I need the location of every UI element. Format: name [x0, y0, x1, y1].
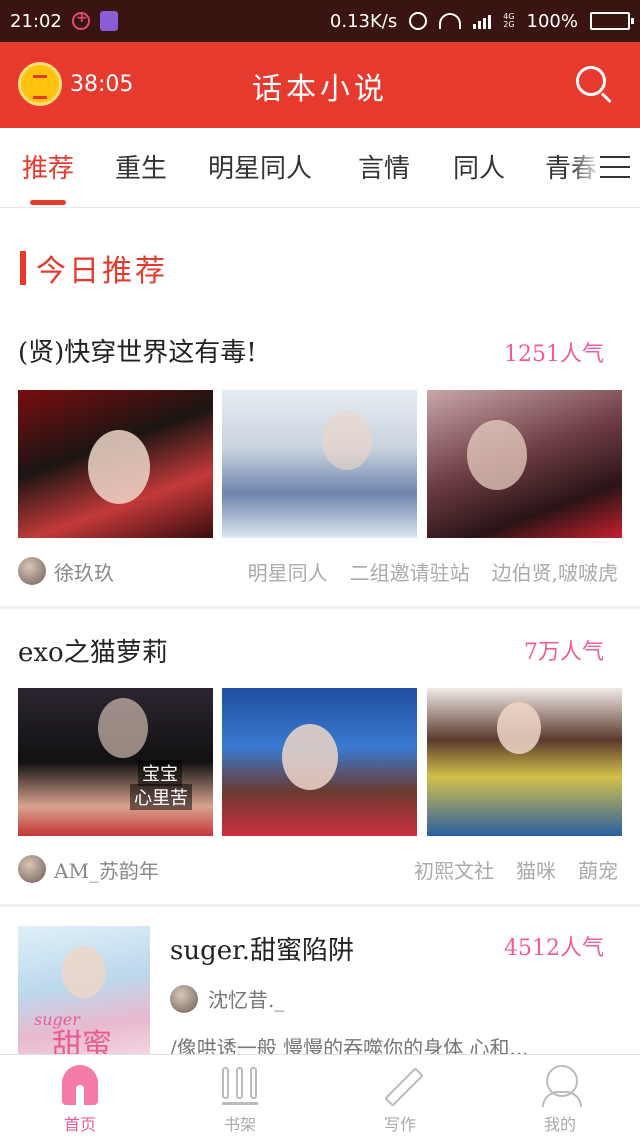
novel-title[interactable]: suger.甜蜜陷阱	[170, 930, 354, 967]
author-avatar[interactable]	[18, 557, 46, 585]
nav-bookshelf[interactable]: 书架	[160, 1055, 320, 1138]
card-divider	[0, 904, 640, 907]
nav-home[interactable]: 首页	[0, 1055, 160, 1138]
novel-popularity: 4512人气	[504, 936, 604, 961]
novel-image[interactable]	[18, 390, 213, 538]
section-marker	[20, 251, 26, 285]
image-caption: 心里苦	[130, 784, 192, 810]
section-header: 今日推荐	[20, 246, 168, 290]
card-divider	[0, 606, 640, 609]
novel-popularity: 1251人气	[504, 342, 604, 367]
novel-cover[interactable]: suger 甜蜜	[18, 926, 150, 1063]
page-title: 话本小说	[252, 72, 388, 107]
novel-image[interactable]	[427, 688, 622, 836]
tag[interactable]: 明星同人	[248, 557, 328, 586]
novel-popularity: 7万人气	[524, 640, 604, 665]
tag[interactable]: 蓢宠	[578, 855, 618, 884]
app-header: 38:05 话本小说	[0, 42, 640, 128]
pencil-icon	[382, 1065, 418, 1105]
author-name[interactable]: AM_苏韵年	[54, 855, 159, 884]
nav-profile[interactable]: 我的	[480, 1055, 640, 1138]
author-name[interactable]: 沈忆昔._	[208, 984, 284, 1013]
home-icon	[62, 1065, 98, 1105]
nav-label: 书架	[223, 1115, 256, 1134]
nav-label: 我的	[543, 1115, 576, 1134]
tab-celebrity-fanfic[interactable]: 明星同人	[208, 148, 312, 185]
signal-icon	[473, 13, 492, 29]
status-bar: 21:02 0.13K/s 4G 2G 100%	[0, 0, 640, 42]
bottom-navigation: 首页 书架 写作 我的	[0, 1054, 640, 1138]
active-tab-indicator	[30, 200, 66, 205]
nav-label: 首页	[63, 1115, 96, 1134]
bookshelf-icon	[222, 1065, 258, 1105]
tab-romance[interactable]: 言情	[358, 148, 410, 185]
alarm-icon	[409, 12, 428, 30]
novel-image[interactable]	[222, 688, 417, 836]
battery-icon	[590, 12, 634, 30]
status-time: 21:02	[10, 10, 62, 32]
novel-image[interactable]: 宝宝 心里苦	[18, 688, 213, 836]
section-title: 今日推荐	[36, 254, 168, 289]
app-notification-icon	[99, 11, 118, 31]
category-tabs: 推荐 重生 明星同人 言情 同人 青春	[0, 128, 640, 208]
author-avatar[interactable]	[18, 855, 46, 883]
tab-fanfic[interactable]: 同人	[453, 148, 505, 185]
network-type: 4G 2G	[503, 13, 514, 29]
network-2g: 2G	[503, 20, 515, 29]
tag[interactable]: 初熙文社	[414, 855, 494, 884]
tag[interactable]: 猫咪	[516, 855, 556, 884]
menu-icon[interactable]	[600, 154, 630, 180]
novel-image[interactable]	[222, 390, 417, 538]
user-icon	[542, 1065, 582, 1107]
search-button[interactable]	[576, 66, 614, 104]
tag-list: 明星同人 二组邀请驻站 边伯贤,啵啵虎	[248, 557, 618, 586]
wifi-icon	[439, 13, 462, 29]
search-icon	[576, 66, 606, 96]
security-shield-icon	[71, 10, 90, 30]
battery-percent: 100%	[526, 10, 578, 32]
tag-list: 初熙文社 猫咪 蓢宠	[414, 855, 618, 884]
tag[interactable]: 二组邀请驻站	[350, 557, 470, 586]
nav-write[interactable]: 写作	[320, 1055, 480, 1138]
nav-label: 写作	[383, 1115, 416, 1134]
novel-title[interactable]: (贤)快穿世界这有毒!	[18, 332, 257, 369]
tab-recommend[interactable]: 推荐	[22, 148, 74, 185]
author-name[interactable]: 徐玖玖	[54, 557, 114, 586]
image-caption: 宝宝	[138, 760, 182, 786]
novel-image[interactable]	[427, 390, 622, 538]
tab-rebirth[interactable]: 重生	[115, 148, 167, 185]
author-avatar[interactable]	[170, 984, 198, 1013]
novel-title[interactable]: exo之猫萝莉	[18, 632, 168, 669]
tag[interactable]: 边伯贤,啵啵虎	[492, 557, 618, 586]
net-speed: 0.13K/s	[329, 10, 398, 32]
